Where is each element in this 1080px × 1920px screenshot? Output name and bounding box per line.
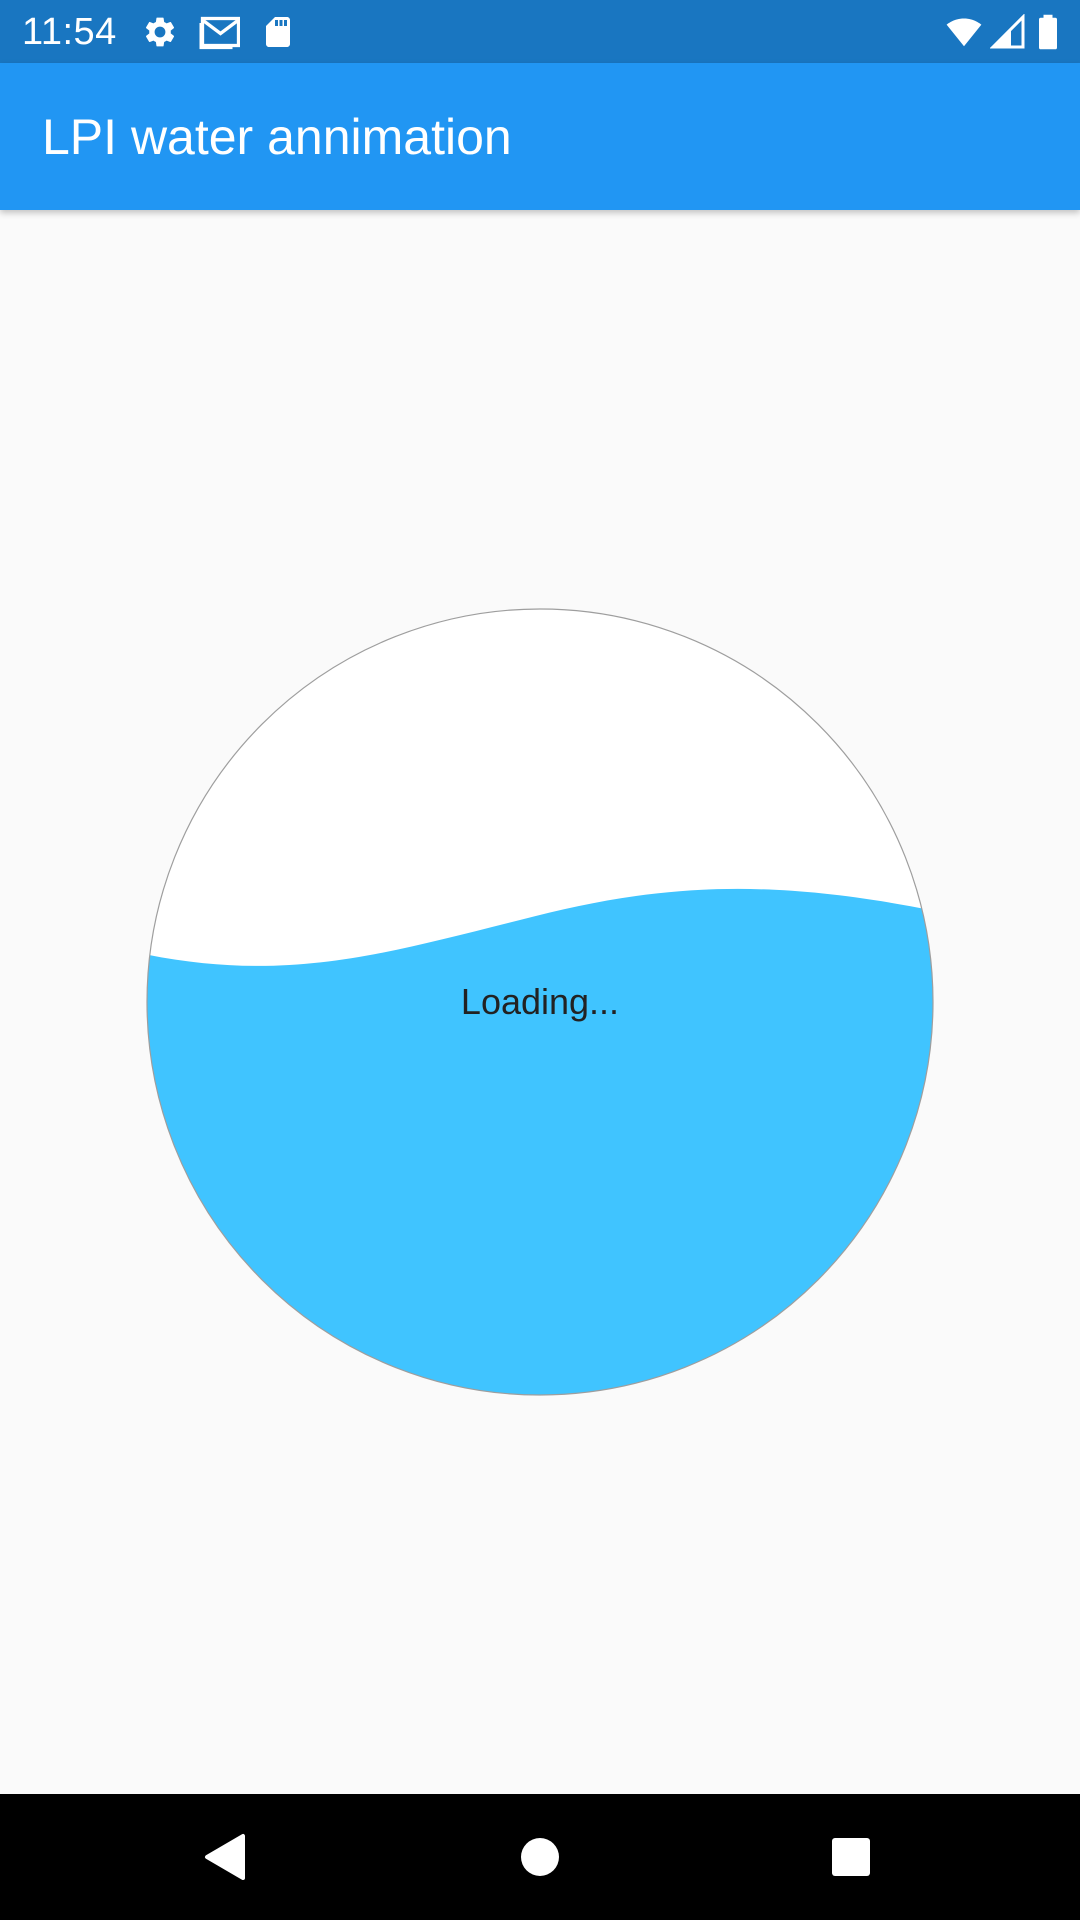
app-bar: LPI water annimation: [0, 63, 1080, 210]
navigation-bar: [0, 1794, 1080, 1920]
app-title: LPI water annimation: [42, 109, 512, 165]
home-icon[interactable]: [505, 1822, 575, 1892]
loading-label: Loading...: [460, 981, 620, 1022]
back-icon[interactable]: [191, 1822, 261, 1892]
water-wave: [147, 888, 933, 1395]
water-progress-indicator: [146, 608, 934, 1396]
recents-icon[interactable]: [816, 1822, 886, 1892]
